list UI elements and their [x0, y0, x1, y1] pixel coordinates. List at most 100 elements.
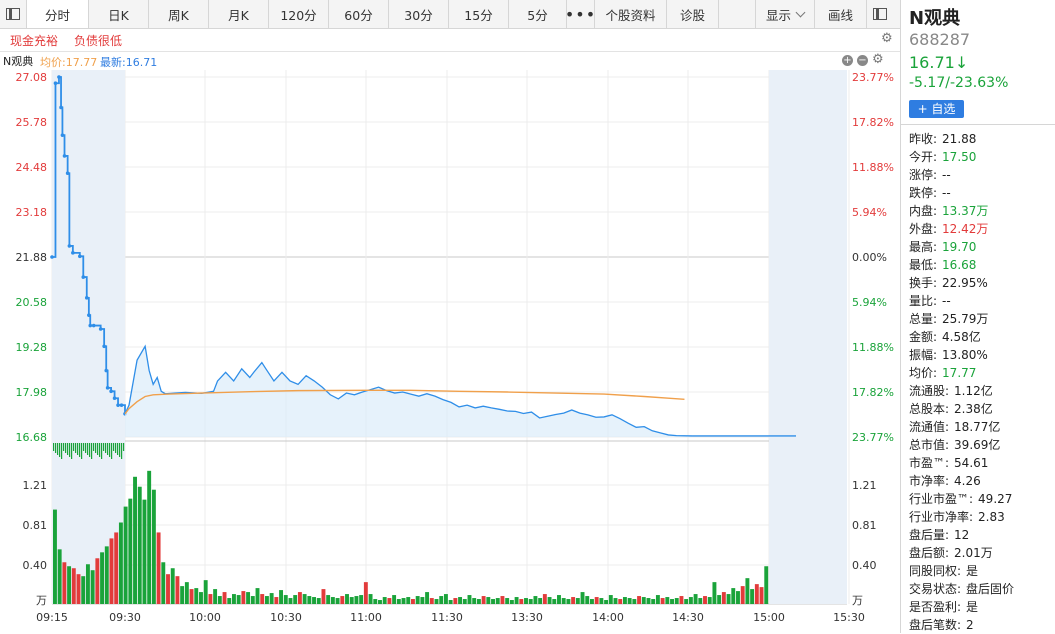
quote-label: 行业市盈™: — [909, 492, 974, 506]
quote-value: 4.26 — [954, 474, 981, 488]
pre-market-shade — [52, 70, 847, 604]
volume-bar — [302, 594, 307, 604]
pre-volume-bar — [107, 443, 109, 455]
right-panel-toggle-button[interactable] — [867, 0, 893, 28]
stock-diagnosis-link[interactable]: 诊股 — [667, 0, 719, 28]
volume-bar — [670, 599, 674, 604]
volume-bar — [655, 595, 660, 604]
volume-bar — [297, 592, 302, 604]
pre-volume-bar — [57, 443, 59, 455]
stock-profile-link[interactable]: 个股资料 — [595, 0, 667, 28]
volume-bar — [189, 589, 194, 604]
more-icon[interactable]: ••• — [565, 0, 595, 28]
tag-low-debt[interactable]: 负债很低 — [74, 32, 122, 49]
quote-value: 16.68 — [942, 258, 977, 272]
volume-bar — [745, 578, 750, 604]
quote-row: 市盈™: 54.61 — [909, 454, 988, 472]
tab-intraday[interactable]: 分时 — [27, 0, 89, 28]
volume-bar — [222, 592, 227, 604]
tab-60min[interactable]: 60分 — [329, 0, 389, 28]
quote-row: 总量: 25.79万 — [909, 310, 988, 328]
volume-unit-label: 万 — [36, 594, 47, 607]
volume-bar — [378, 600, 382, 604]
volume-bar — [100, 552, 105, 604]
tag-cash-rich[interactable]: 现金充裕 — [10, 32, 58, 49]
quote-row: 总市值: 39.69亿 — [909, 436, 1000, 454]
volume-bar — [133, 476, 137, 604]
tab-monthly-k[interactable]: 月K — [209, 0, 269, 28]
quote-row: 最低: 16.68 — [909, 256, 976, 274]
pct-tick-label: 17.82% — [852, 116, 894, 129]
zoom-out-icon[interactable]: − — [857, 55, 868, 66]
quote-value: 13.80% — [942, 348, 988, 362]
volume-bar — [552, 599, 557, 604]
volume-bar — [505, 598, 510, 604]
price-point — [116, 403, 120, 407]
pre-volume-bar — [83, 443, 85, 451]
volume-bar — [269, 593, 274, 604]
volume-bar — [415, 596, 420, 604]
gear-icon[interactable]: ⚙ — [872, 52, 884, 67]
time-tick-label: 13:30 — [511, 611, 543, 624]
quote-value: 4.58亿 — [942, 330, 981, 344]
volume-bar — [109, 538, 114, 604]
tab-daily-k[interactable]: 日K — [89, 0, 149, 28]
volume-bar — [495, 598, 500, 604]
quote-row: 内盘: 13.37万 — [909, 202, 988, 220]
quote-label: 盘后额: — [909, 546, 950, 560]
quote-row: 金额: 4.58亿 — [909, 328, 981, 346]
volume-bar — [736, 591, 740, 604]
volume-bar — [326, 595, 331, 604]
volume-bar — [538, 598, 543, 604]
quote-row: 行业市盈™: 49.27 — [909, 490, 1012, 508]
zoom-in-icon[interactable]: + — [842, 55, 853, 66]
quote-label: 流通股: — [909, 384, 950, 398]
quote-value: 19.70 — [942, 240, 977, 254]
volume-bar — [307, 596, 312, 604]
pre-volume-bar — [111, 443, 113, 459]
pre-volume-bar — [53, 443, 55, 451]
quote-label: 内盘: — [909, 204, 938, 218]
pct-tick-label: 5.94% — [852, 206, 887, 219]
draw-line-button[interactable]: 画线 — [815, 0, 867, 28]
price-point — [81, 275, 86, 279]
quote-label: 总量: — [909, 312, 938, 326]
display-dropdown[interactable]: 显示 — [755, 0, 815, 28]
tab-120min[interactable]: 120分 — [269, 0, 329, 28]
volume-bar — [363, 582, 368, 604]
volume-bar — [571, 597, 576, 604]
quote-row: 今开: 17.50 — [909, 148, 976, 166]
tab-5min[interactable]: 5分 — [509, 0, 567, 28]
volume-bar — [632, 599, 637, 604]
quote-row: 外盘: 12.42万 — [909, 220, 988, 238]
volume-bar — [104, 546, 109, 604]
volume-bar — [443, 594, 448, 604]
quote-label: 是否盈利: — [909, 600, 962, 614]
price-point — [78, 254, 82, 259]
quote-label: 外盘: — [909, 222, 938, 236]
volume-bar — [142, 499, 147, 604]
volume-bar — [246, 592, 251, 604]
price-tick-label: 27.08 — [16, 71, 48, 84]
quote-value: 54.61 — [954, 456, 989, 470]
volume-bar — [128, 498, 133, 604]
quote-label: 交易状态: — [909, 582, 962, 596]
add-watchlist-button[interactable]: + 自选 — [909, 100, 964, 118]
quote-label: 昨收: — [909, 132, 938, 146]
quote-value: 2 — [966, 618, 974, 632]
tab-30min[interactable]: 30分 — [389, 0, 449, 28]
intraday-chart[interactable]: 27.08 23.77% 25.78 17.82% 24.48 11.88% 23.18 5.… — [0, 66, 900, 633]
volume-bar — [712, 582, 717, 604]
gear-icon[interactable]: ⚙ — [881, 31, 893, 46]
tab-15min[interactable]: 15分 — [449, 0, 509, 28]
quote-row: 振幅: 13.80% — [909, 346, 988, 364]
volume-bar — [679, 596, 684, 604]
tab-weekly-k[interactable]: 周K — [149, 0, 209, 28]
quote-label: 总市值: — [909, 438, 950, 452]
volume-bar — [354, 596, 359, 604]
quote-value: 2.38亿 — [954, 402, 993, 416]
sidebar-toggle-button[interactable] — [0, 0, 27, 28]
volume-bar — [599, 598, 604, 604]
quote-value: 49.27 — [978, 492, 1013, 506]
volume-bar — [754, 584, 759, 604]
